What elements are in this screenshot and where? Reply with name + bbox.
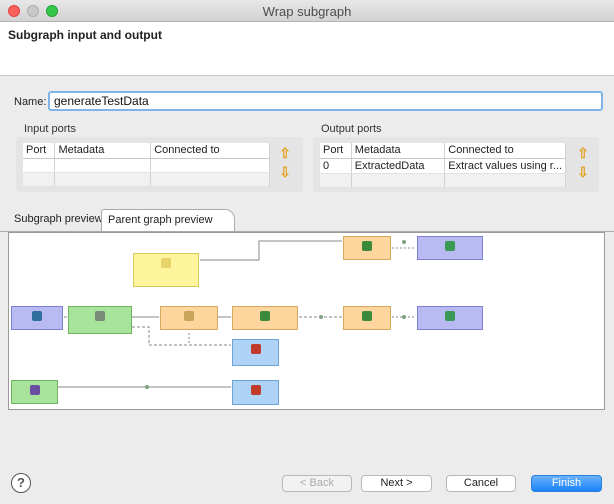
column-header-connected-to: Connected to [150,143,270,159]
lookup-icon [445,241,455,251]
input-ports-title: Input ports [24,123,76,135]
finish-button[interactable]: Finish [531,475,602,492]
table-row [23,172,270,187]
node-data-generator[interactable] [11,380,58,404]
arrow-down-icon: ⇩ [279,164,291,180]
window-title: Wrap subgraph [262,4,352,19]
title-bar: Wrap subgraph [0,0,614,22]
name-label: Name: [14,96,47,108]
trash-icon [250,385,261,395]
node-extract-values[interactable] [232,306,298,330]
filter-icon [184,311,194,321]
parser-icon [95,311,105,321]
wrap-subgraph-dialog: Wrap subgraph Subgraph input and output … [0,0,614,504]
node-parse-response[interactable] [68,306,132,334]
page-title: Subgraph input and output [8,28,162,42]
extract-icon [260,311,270,321]
next-button[interactable]: Next > [361,475,432,492]
output-ports-table[interactable]: Port Metadata Connected to 0 ExtractedDa… [320,143,566,188]
name-input[interactable] [48,91,603,111]
table-row [23,158,270,173]
trash-icon [250,344,261,354]
http-icon [32,311,42,321]
output-ports-title: Output ports [321,123,382,135]
port-cell: 0 [320,158,352,174]
connected-to-cell: Extract values using r... [444,158,566,174]
node-trash-upper[interactable] [232,339,279,366]
input-move-up-button[interactable]: ⇧ [278,146,292,160]
column-header-port: Port [320,143,352,159]
lookup-icon [445,311,455,321]
filter-icon [362,311,372,321]
node-filter-middle[interactable] [343,306,391,330]
graph-edge [200,240,342,261]
node-http-request[interactable] [11,306,63,330]
output-move-up-button[interactable]: ⇧ [576,146,590,160]
filter-icon [362,241,372,251]
column-header-connected-to: Connected to [444,143,566,159]
arrow-up-icon: ⇧ [279,145,291,161]
node-lookup-middle[interactable] [417,306,483,330]
output-move-down-button[interactable]: ⇩ [576,165,590,179]
help-button[interactable]: ? [11,473,31,493]
cancel-button[interactable]: Cancel [446,475,516,492]
input-move-down-button[interactable]: ⇩ [278,165,292,179]
node-copy-of-generatetestdata[interactable] [133,253,199,287]
arrow-up-icon: ⇧ [577,145,589,161]
generator-icon [29,385,40,395]
table-row[interactable]: 0 ExtractedData Extract values using r..… [320,158,566,174]
column-header-port: Port [23,143,56,159]
column-header-metadata: Metadata [54,143,152,159]
table-header-row: Port Metadata Connected to [320,143,566,159]
parent-graph-preview[interactable] [8,232,605,410]
tab-subgraph-preview[interactable]: Subgraph preview [8,209,109,231]
table-row [320,173,566,188]
tab-parent-graph-preview[interactable]: Parent graph preview [101,209,235,231]
subgraph-icon [161,258,171,268]
node-lookup-top[interactable] [417,236,483,260]
arrow-down-icon: ⇩ [577,164,589,180]
node-filter-rows[interactable] [160,306,218,330]
dialog-header: Subgraph input and output [0,22,614,76]
node-trash-lower[interactable] [232,380,279,405]
help-icon: ? [17,475,25,490]
table-header-row: Port Metadata Connected to [23,143,270,159]
node-filter-top[interactable] [343,236,391,260]
metadata-cell: ExtractedData [351,158,446,174]
back-button[interactable]: < Back [282,475,352,492]
column-header-metadata: Metadata [351,143,446,159]
input-ports-table[interactable]: Port Metadata Connected to [23,143,270,187]
